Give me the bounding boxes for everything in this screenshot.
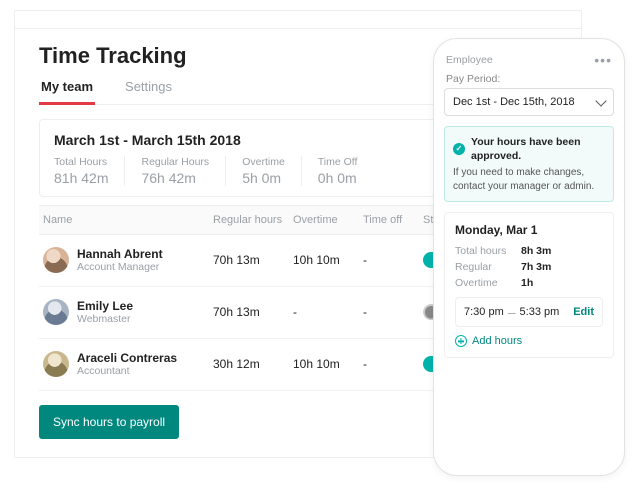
check-icon: ✓ (453, 143, 465, 155)
tab-settings[interactable]: Settings (123, 75, 174, 104)
day-overtime-value: 1h (521, 277, 533, 289)
add-hours-label: Add hours (472, 335, 522, 347)
entry-end: 5:33 pm (520, 306, 560, 318)
tab-my-team[interactable]: My team (39, 75, 95, 105)
cell-regular: 70h 13m (209, 286, 289, 338)
day-regular-label: Regular (455, 261, 521, 273)
employee-name: Emily Lee (77, 299, 133, 313)
employee-role: Webmaster (77, 313, 133, 326)
day-card: Monday, Mar 1 Total hours 8h 3m Regular … (444, 212, 614, 358)
th-name: Name (39, 206, 209, 235)
summary-value: 81h 42m (54, 170, 108, 186)
mobile-title: Employee (446, 54, 493, 66)
summary-value: 76h 42m (141, 170, 209, 186)
summary-label: Regular Hours (141, 156, 209, 168)
th-regular: Regular hours (209, 206, 289, 235)
day-total-label: Total hours (455, 245, 521, 257)
th-overtime: Overtime (289, 206, 359, 235)
employee-name: Hannah Abrent (77, 247, 163, 261)
approved-banner: ✓ Your hours have been approved. If you … (444, 126, 614, 202)
chevron-down-icon (595, 95, 606, 106)
add-hours-button[interactable]: Add hours (455, 335, 603, 347)
avatar-icon (43, 247, 69, 273)
summary-col-regular: Regular Hours 76h 42m (125, 156, 226, 186)
cell-timeoff: - (359, 235, 419, 287)
approved-body: If you need to make changes, contact you… (453, 166, 605, 193)
summary-label: Overtime (242, 156, 285, 168)
avatar-icon (43, 351, 69, 377)
pay-period-value: Dec 1st - Dec 15th, 2018 (453, 96, 575, 108)
summary-value: 0h 0m (318, 170, 358, 186)
mobile-device: Employee ••• Pay Period: Dec 1st - Dec 1… (433, 38, 625, 476)
pay-period-label: Pay Period: (444, 73, 614, 85)
day-total-value: 8h 3m (521, 245, 551, 257)
employee-role: Account Manager (77, 261, 163, 274)
summary-col-overtime: Overtime 5h 0m (226, 156, 302, 186)
plus-icon (455, 335, 467, 347)
cell-overtime: - (289, 286, 359, 338)
summary-label: Time Off (318, 156, 358, 168)
avatar-icon (43, 299, 69, 325)
entry-start: 7:30 pm (464, 306, 504, 318)
th-timeoff: Time off (359, 206, 419, 235)
day-title: Monday, Mar 1 (455, 223, 603, 237)
window-titlebar (15, 11, 581, 29)
summary-value: 5h 0m (242, 170, 285, 186)
employee-name: Araceli Contreras (77, 351, 177, 365)
cell-regular: 70h 13m (209, 235, 289, 287)
summary-col-timeoff: Time Off 0h 0m (302, 156, 374, 186)
day-regular-value: 7h 3m (521, 261, 551, 273)
edit-entry-button[interactable]: Edit (573, 306, 594, 318)
approved-title: Your hours have been approved. (471, 135, 605, 163)
sync-hours-button[interactable]: Sync hours to payroll (39, 405, 179, 439)
summary-label: Total Hours (54, 156, 108, 168)
cell-timeoff: - (359, 286, 419, 338)
cell-regular: 30h 12m (209, 338, 289, 390)
cell-overtime: 10h 10m (289, 235, 359, 287)
time-entry: 7:30 pm – 5:33 pm Edit (455, 297, 603, 327)
summary-col-total: Total Hours 81h 42m (54, 156, 125, 186)
employee-role: Accountant (77, 365, 177, 378)
cell-timeoff: - (359, 338, 419, 390)
pay-period-select[interactable]: Dec 1st - Dec 15th, 2018 (444, 88, 614, 116)
more-icon[interactable]: ••• (594, 53, 612, 67)
dash-icon: – (508, 305, 516, 319)
day-overtime-label: Overtime (455, 277, 521, 289)
cell-overtime: 10h 10m (289, 338, 359, 390)
